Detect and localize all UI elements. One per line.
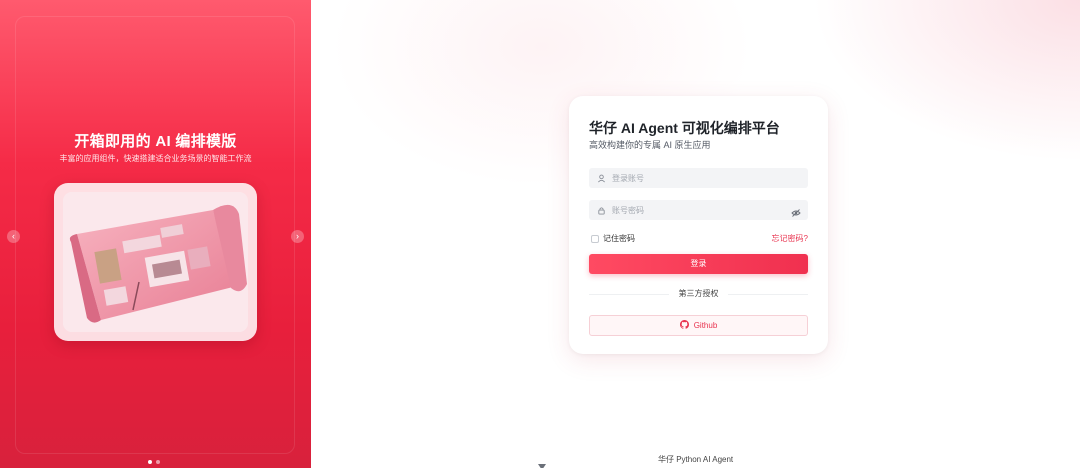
login-button[interactable]: 登录 <box>589 254 808 274</box>
login-card: 华仔 AI Agent 可视化编排平台 高效构建你的专属 AI 原生应用 登录账… <box>569 96 828 354</box>
eye-off-icon[interactable] <box>791 205 801 217</box>
login-title: 华仔 AI Agent 可视化编排平台 <box>589 120 780 136</box>
promo-subline: 丰富的应用组件，快速搭建适合业务场景的智能工作流 <box>59 154 252 163</box>
promo-illustration <box>63 192 248 332</box>
carousel-dots <box>148 460 160 464</box>
carousel-next-button[interactable]: › <box>291 230 304 243</box>
github-icon <box>679 320 689 331</box>
github-login-button[interactable]: Github <box>589 315 808 336</box>
carousel-dot-2[interactable] <box>156 460 160 464</box>
chevron-right-icon: › <box>296 231 299 241</box>
footer-text: 华仔 Python AI Agent <box>658 455 734 464</box>
third-party-label: 第三方授权 <box>669 288 728 299</box>
login-subtitle: 高效构建你的专属 AI 原生应用 <box>589 140 711 150</box>
remember-password[interactable]: 记住密码 <box>591 233 635 244</box>
lock-icon <box>596 205 606 215</box>
caret-down-icon[interactable] <box>536 459 548 468</box>
promo-panel: 开箱即用的 AI 编排模版 丰富的应用组件，快速搭建适合业务场景的智能工作流 ‹… <box>0 0 311 468</box>
chevron-left-icon: ‹ <box>12 231 15 241</box>
username-field[interactable] <box>589 168 808 188</box>
promo-image-card <box>54 183 257 341</box>
scroll-illustration <box>63 192 248 332</box>
password-input[interactable] <box>612 205 792 215</box>
remember-label: 记住密码 <box>603 234 635 243</box>
promo-headline: 开箱即用的 AI 编排模版 <box>74 133 237 150</box>
user-icon <box>596 173 606 183</box>
username-input[interactable] <box>612 173 792 183</box>
github-label: Github <box>693 321 718 330</box>
carousel-prev-button[interactable]: ‹ <box>7 230 20 243</box>
forgot-password-link[interactable]: 忘记密码? <box>772 233 808 244</box>
password-field[interactable] <box>589 200 808 220</box>
remember-checkbox[interactable] <box>591 234 599 243</box>
carousel-dot-1[interactable] <box>148 460 152 464</box>
